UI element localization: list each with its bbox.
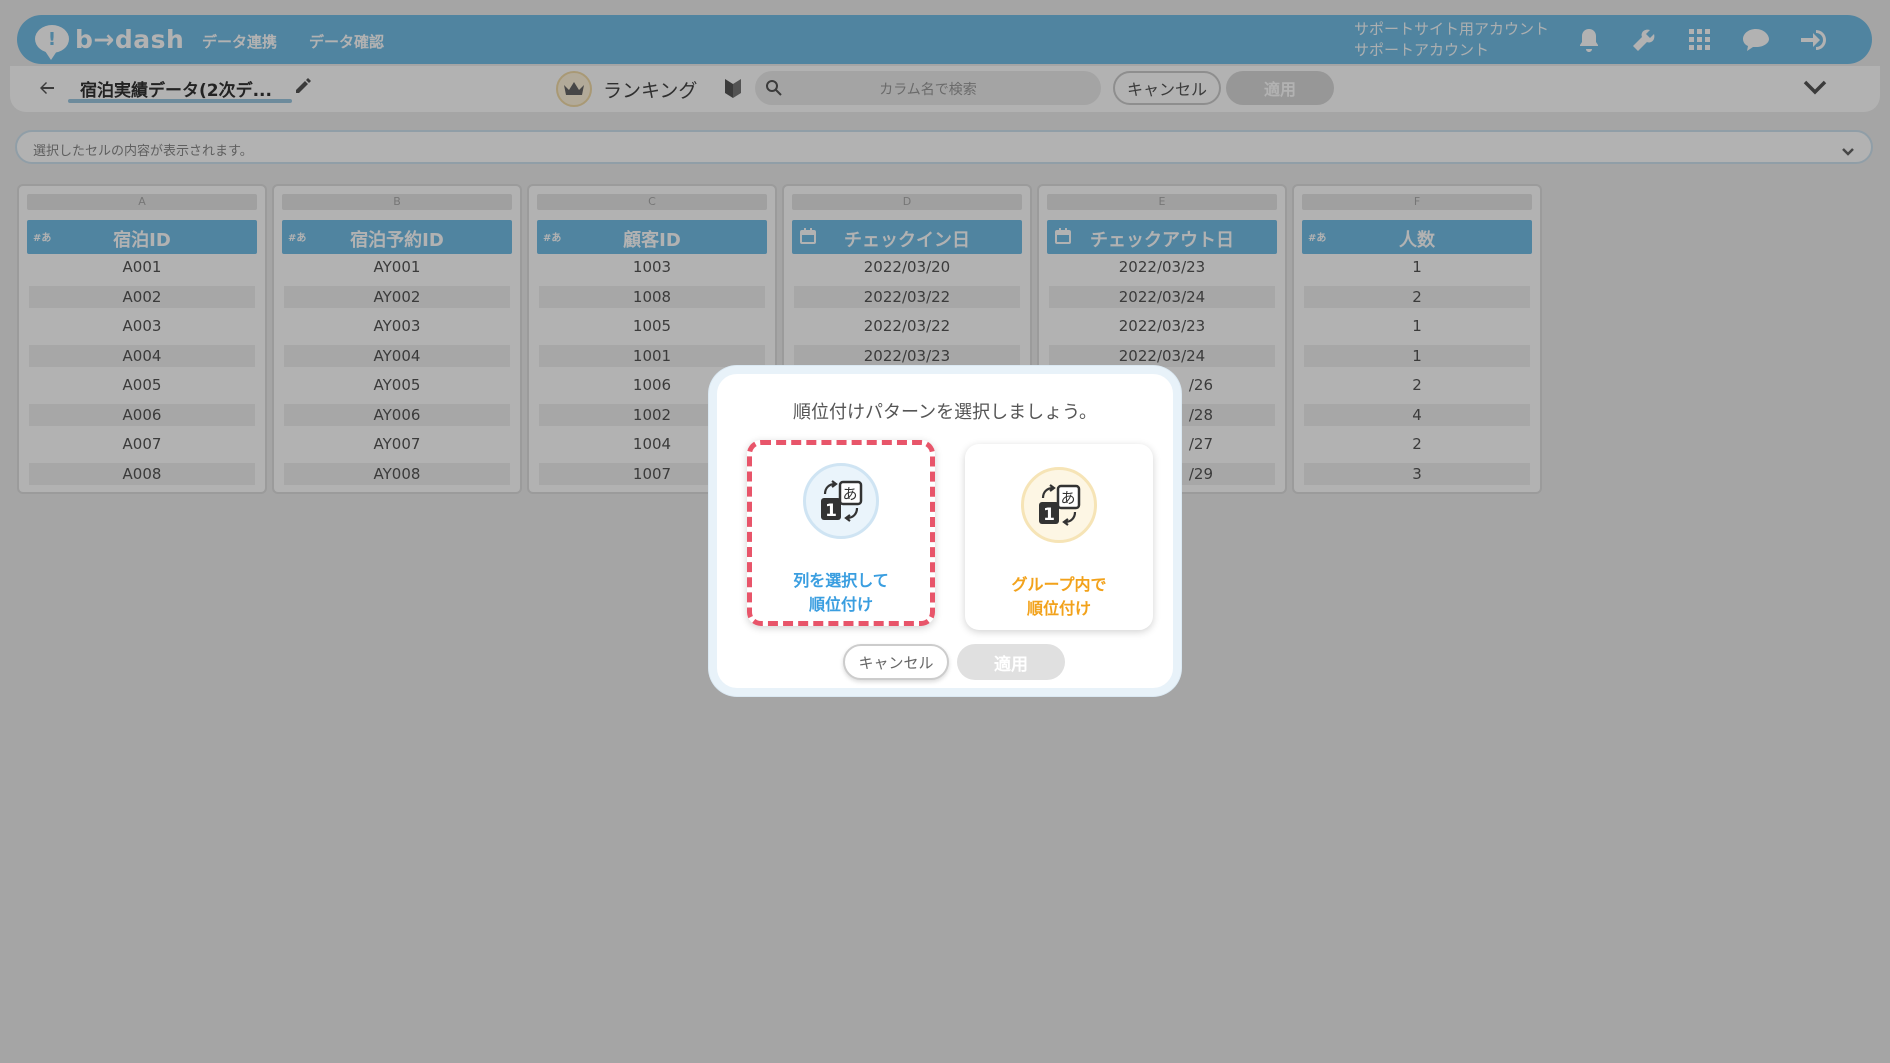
option2-line2: 順位付け: [1026, 599, 1091, 618]
option-rank-within-group-label: グループ内で 順位付け: [965, 573, 1153, 621]
option-rank-within-group[interactable]: 1 あ グループ内で 順位付け: [965, 444, 1153, 630]
option1-line2: 順位付け: [808, 595, 873, 614]
option-rank-by-column-label: 列を選択して 順位付け: [752, 569, 930, 617]
option-rank-by-column[interactable]: 1 あ 列を選択して 順位付け: [747, 440, 935, 626]
rank-order-icon: 1 あ: [803, 463, 879, 539]
dialog-title: 順位付けパターンを選択しましょう。: [792, 402, 1098, 423]
dialog-apply-button[interactable]: 適用: [957, 644, 1065, 680]
option2-line1: グループ内で: [1011, 575, 1107, 594]
dialog-cancel-button[interactable]: キャンセル: [843, 644, 949, 680]
svg-text:あ: あ: [1060, 489, 1075, 507]
ranking-pattern-dialog: 順位付けパターンを選択しましょう。 1 あ 列を選択して 順位付け 1 あ グル…: [709, 366, 1181, 696]
svg-text:1: 1: [1043, 505, 1055, 525]
option1-line1: 列を選択して: [793, 571, 889, 590]
svg-text:1: 1: [825, 501, 837, 521]
rank-order-icon: 1 あ: [1021, 467, 1097, 543]
svg-text:あ: あ: [842, 485, 857, 503]
